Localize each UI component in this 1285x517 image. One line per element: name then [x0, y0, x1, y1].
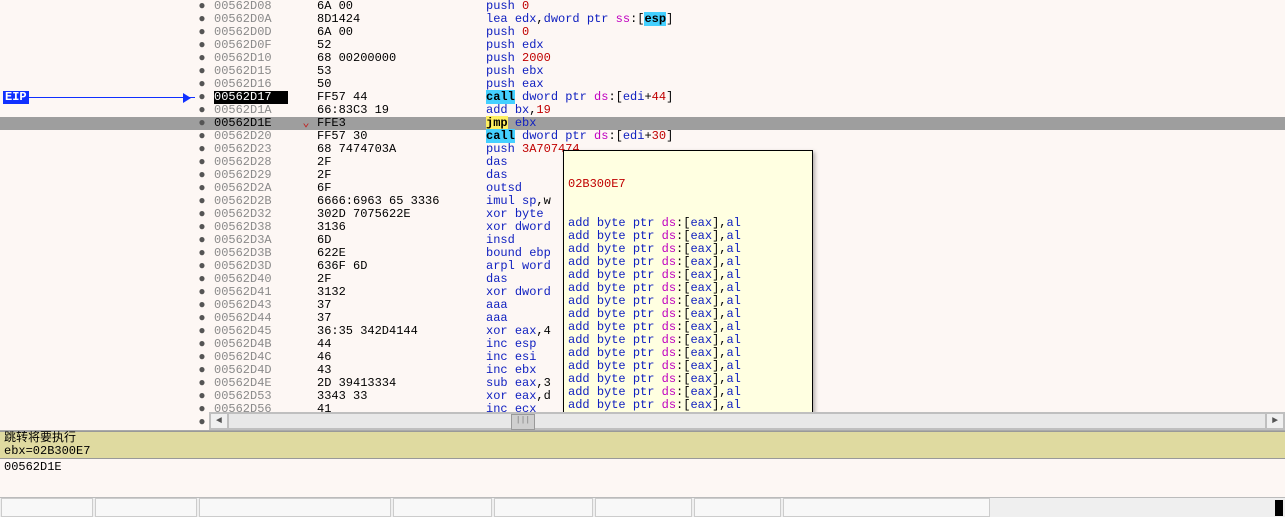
bytes: 68 00200000 [317, 52, 477, 65]
disasm-row[interactable]: ●00562D0A8D1424lea edx,dword ptr ss:[esp… [0, 13, 1285, 26]
bytes: 53 [317, 65, 477, 78]
bytes: 37 [317, 299, 477, 312]
status-box[interactable] [95, 498, 197, 517]
bytes: 3132 [317, 286, 477, 299]
bytes: 636F 6D [317, 260, 477, 273]
bytes: 68 7474703A [317, 143, 477, 156]
bytes: 2F [317, 169, 477, 182]
tooltip-body: add byte ptr ds:[eax],al add byte ptr ds… [568, 217, 808, 431]
bytes: 2F [317, 156, 477, 169]
bytes: 36:35 342D4144 [317, 325, 477, 338]
status-box[interactable] [393, 498, 492, 517]
info-panel: 跳转将要执行 ebx=02B300E7 00562D1E [0, 431, 1285, 470]
bytes: 3136 [317, 221, 477, 234]
status-bar [0, 497, 1285, 517]
disasm-row[interactable]: ●00562D17FF57 44call dword ptr ds:[edi+4… [0, 91, 1285, 104]
status-box[interactable] [694, 498, 781, 517]
tooltip-address: 02B300E7 [568, 178, 808, 191]
status-right-chip [1275, 500, 1283, 516]
scroll-thumb[interactable]: ||| [511, 414, 535, 430]
disasm-row[interactable]: ●00562D1068 00200000push 2000 [0, 52, 1285, 65]
status-box[interactable] [783, 498, 990, 517]
memory-tooltip: 02B300E7 add byte ptr ds:[eax],al add by… [563, 150, 813, 431]
status-box[interactable] [494, 498, 593, 517]
disasm-panel[interactable]: EIP ●00562D086A 00push 0●00562D0A8D1424l… [0, 0, 1285, 431]
jump-flag-icon: ⌄ [296, 117, 316, 130]
bytes: 44 [317, 338, 477, 351]
bytes: 3343 33 [317, 390, 477, 403]
disasm-row[interactable]: ●00562D1553push ebx [0, 65, 1285, 78]
horizontal-scrollbar[interactable]: ◄ ||| ► [209, 412, 1285, 430]
breakpoint-dot[interactable]: ● [196, 416, 208, 429]
scroll-left-btn[interactable]: ◄ [210, 413, 228, 429]
info-bottom-addr: 00562D1E [0, 458, 1285, 481]
status-box[interactable] [595, 498, 692, 517]
status-box[interactable] [1, 498, 93, 517]
disasm-row[interactable]: ●00562D20FF57 30call dword ptr ds:[edi+3… [0, 130, 1285, 143]
bytes: 46 [317, 351, 477, 364]
status-box[interactable] [199, 498, 391, 517]
scroll-track[interactable]: ||| [228, 413, 1266, 429]
disasm-row[interactable]: ●00562D0F52push edx [0, 39, 1285, 52]
disasm-row[interactable]: ●00562D1A66:83C3 19add bx,19 [0, 104, 1285, 117]
scroll-right-btn[interactable]: ► [1266, 413, 1284, 429]
bytes: 6A 00 [317, 26, 477, 39]
disasm-row[interactable]: ●00562D0D6A 00push 0 [0, 26, 1285, 39]
info-top: 跳转将要执行 ebx=02B300E7 [0, 432, 1285, 458]
